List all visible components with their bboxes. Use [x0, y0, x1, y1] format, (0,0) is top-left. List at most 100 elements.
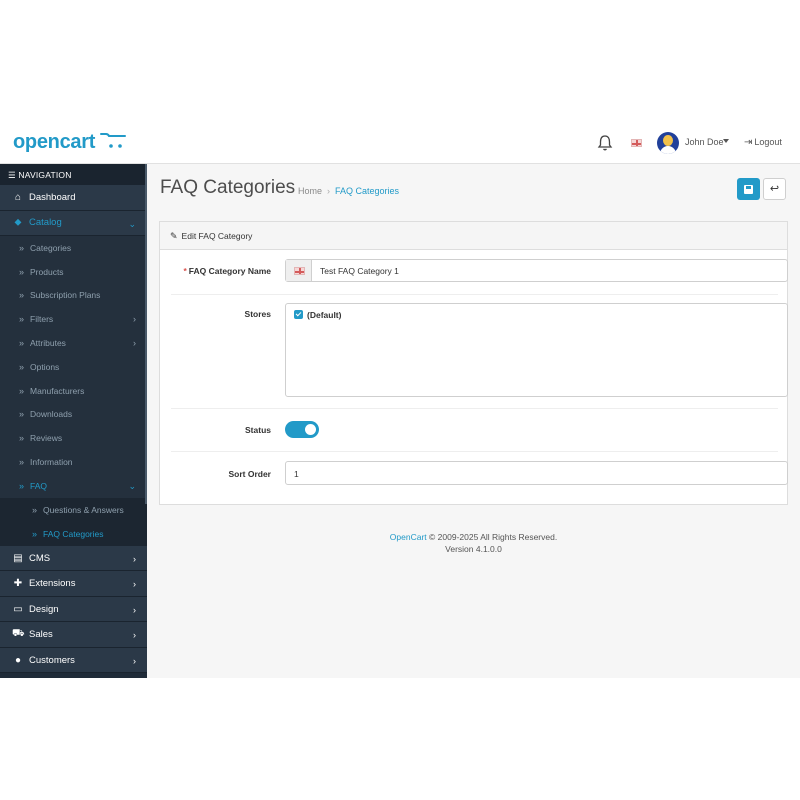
sidebar-item-label: Extensions: [29, 578, 76, 590]
double-chevron-icon: »: [19, 409, 25, 420]
breadcrumb-home[interactable]: Home: [298, 186, 322, 196]
sidebar-sub-label: Subscription Plans: [30, 290, 101, 301]
stores-label: Stores: [244, 309, 271, 319]
double-chevron-icon: »: [19, 361, 25, 372]
opencart-logo[interactable]: opencart: [13, 131, 95, 154]
sidebar-item-products[interactable]: » Products: [0, 259, 147, 284]
sidebar-item-label: Sales: [29, 629, 53, 641]
sidebar-item-questions-answers[interactable]: » Questions & Answers: [0, 497, 147, 522]
footer-opencart-link[interactable]: OpenCart: [390, 532, 427, 542]
sidebar-item-categories[interactable]: » Categories: [0, 236, 147, 260]
sidebar-item-label: CMS: [29, 552, 51, 564]
stores-list[interactable]: (Default): [285, 303, 788, 397]
caret-down-icon[interactable]: [723, 139, 729, 143]
logout-icon: ⇥: [744, 137, 753, 148]
double-chevron-icon: »: [19, 480, 25, 491]
tag-icon: ⬥: [14, 217, 22, 229]
page-title: FAQ Categories: [160, 177, 296, 198]
status-toggle[interactable]: [285, 421, 319, 438]
home-icon: ⌂: [14, 191, 22, 203]
sidebar-item-dashboard[interactable]: ⌂ Dashboard: [0, 185, 147, 211]
sidebar-item-information[interactable]: » Information: [0, 450, 147, 474]
sidebar-item-customers[interactable]: ● Customers ›: [0, 647, 147, 674]
breadcrumb-separator: ›: [327, 186, 331, 196]
sidebar-item-faq-categories[interactable]: » FAQ Categories: [0, 521, 147, 546]
breadcrumb-current[interactable]: FAQ Categories: [335, 186, 399, 196]
sidebar-item-label: Customers: [29, 654, 75, 666]
sidebar-item-downloads[interactable]: » Downloads: [0, 402, 147, 427]
double-chevron-icon: »: [19, 433, 25, 444]
reply-icon: ↩: [769, 183, 780, 195]
card-title: Edit FAQ Category: [181, 231, 253, 241]
sidebar-item-reviews[interactable]: » Reviews: [0, 426, 147, 451]
puzzle-icon: ✚: [13, 578, 23, 590]
footer-version: Version 4.1.0.0: [445, 544, 502, 554]
sidebar-sub-label: Attributes: [30, 338, 66, 349]
user-name[interactable]: John Doe: [685, 137, 724, 147]
flag-uk-icon: [294, 267, 305, 275]
save-button[interactable]: [737, 178, 760, 200]
sidebar-item-extensions[interactable]: ✚ Extensions ›: [0, 571, 147, 597]
sidebar-sub-label: Questions & Answers: [43, 504, 124, 515]
sort-order-label: Sort Order: [228, 469, 271, 479]
chevron-right-icon: ›: [133, 553, 136, 564]
store-default-checkbox[interactable]: [294, 310, 303, 319]
chevron-right-icon: ›: [133, 655, 136, 666]
double-chevron-icon: »: [19, 338, 25, 349]
double-chevron-icon: »: [32, 528, 38, 539]
language-addon: [286, 260, 312, 281]
navigation-heading[interactable]: ☰ NAVIGATION: [0, 164, 147, 185]
sidebar-item-manufacturers[interactable]: » Manufacturers: [0, 378, 147, 403]
avatar[interactable]: [657, 132, 679, 154]
double-chevron-icon: »: [19, 290, 25, 301]
sidebar-item-faq[interactable]: » FAQ ⌄: [0, 473, 147, 498]
user-icon: ●: [14, 654, 22, 666]
app-window: opencart John Doe ⇥ Logout ☰ NAVIGATION ⌂…: [0, 122, 800, 678]
pencil-icon: ✎: [170, 231, 178, 241]
form-row-status: Status: [171, 409, 778, 452]
chevron-right-icon: ›: [133, 338, 136, 349]
card-header: ✎ Edit FAQ Category: [160, 222, 787, 250]
newspaper-icon: ▤: [13, 552, 23, 564]
sidebar-item-label: Catalog: [29, 217, 62, 229]
top-header: opencart John Doe ⇥ Logout: [0, 122, 800, 164]
sidebar-item-options[interactable]: » Options: [0, 354, 147, 379]
cart-icon: [100, 133, 126, 148]
name-input-value: Test FAQ Category 1: [320, 266, 399, 276]
sidebar-sub-label: Manufacturers: [30, 385, 85, 396]
name-label-text: FAQ Category Name: [188, 266, 271, 276]
sidebar-sub-label: FAQ: [30, 480, 48, 491]
sidebar-item-label: Dashboard: [29, 191, 76, 203]
status-label: Status: [245, 425, 271, 435]
sidebar-item-attributes[interactable]: » Attributes ›: [0, 331, 147, 355]
footer: OpenCart © 2009-2025 All Rights Reserved…: [147, 531, 800, 555]
sidebar-sub-label: Filters: [30, 314, 54, 325]
sidebar-item-design[interactable]: ▭ Design ›: [0, 596, 147, 623]
sidebar: ☰ NAVIGATION ⌂ Dashboard ⬥ Catalog ⌄ » Ca…: [0, 164, 147, 678]
sort-order-input[interactable]: 1: [285, 461, 788, 485]
sidebar-sub-label: Information: [30, 457, 73, 468]
sidebar-item-subscription-plans[interactable]: » Subscription Plans: [0, 283, 147, 308]
sort-order-value: 1: [294, 469, 299, 479]
logout-link[interactable]: ⇥ Logout: [744, 137, 782, 148]
sidebar-sub-label: FAQ Categories: [43, 528, 104, 539]
name-label: * FAQ Category Name: [183, 266, 271, 276]
back-button[interactable]: ↩: [763, 178, 786, 200]
sidebar-item-filters[interactable]: » Filters ›: [0, 307, 147, 332]
chevron-right-icon: ›: [133, 314, 136, 325]
chevron-right-icon: ›: [133, 604, 136, 615]
bell-icon[interactable]: [597, 134, 613, 152]
breadcrumb: Home › FAQ Categories: [298, 186, 399, 196]
sidebar-item-cms[interactable]: ▤ CMS ›: [0, 545, 147, 572]
main-content: FAQ Categories Home › FAQ Categories ↩ ✎ Ed…: [147, 164, 800, 678]
cart-icon: ⛟: [12, 628, 25, 640]
double-chevron-icon: »: [32, 504, 38, 515]
flag-uk-icon[interactable]: [631, 139, 642, 147]
sidebar-sub-label: Options: [30, 361, 60, 372]
sidebar-sub-label: Downloads: [30, 409, 73, 420]
sidebar-item-catalog[interactable]: ⬥ Catalog ⌄: [0, 210, 147, 236]
sidebar-item-sales[interactable]: ⛟ Sales ›: [0, 622, 147, 648]
faq-category-name-input[interactable]: Test FAQ Category 1: [285, 259, 788, 282]
chevron-right-icon: ›: [133, 579, 136, 590]
store-default-label[interactable]: (Default): [307, 310, 341, 320]
